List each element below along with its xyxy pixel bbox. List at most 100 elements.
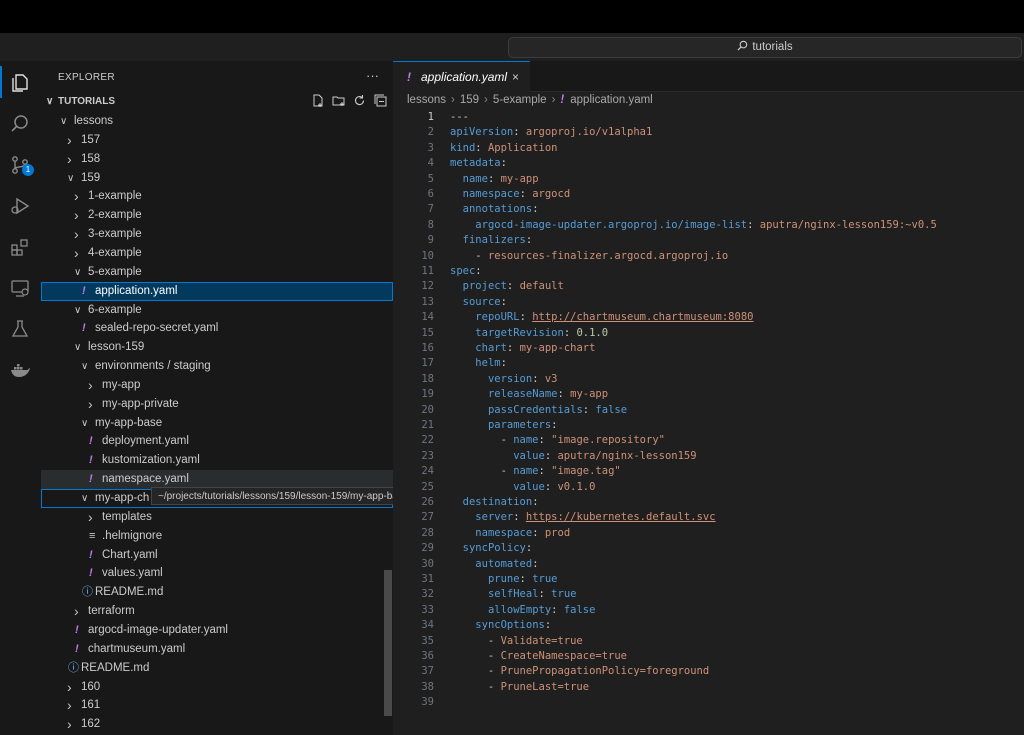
code-token: passCredentials bbox=[487, 403, 583, 416]
chevron-right-icon[interactable]: › bbox=[67, 150, 72, 169]
chevron-right-icon[interactable]: › bbox=[67, 696, 72, 715]
chevron-right-icon[interactable]: › bbox=[74, 244, 79, 263]
breadcrumb-item[interactable]: lessons bbox=[407, 94, 446, 106]
tree-item[interactable]: ∨ 159 bbox=[41, 169, 393, 188]
yaml-file-icon: ! bbox=[75, 623, 79, 636]
chevron-down-icon[interactable]: ∨ bbox=[81, 414, 88, 433]
line-number: 37 bbox=[421, 665, 434, 678]
tree-item[interactable]: ≡ .helmignore bbox=[41, 527, 393, 546]
tree-item[interactable]: ! values.yaml bbox=[41, 564, 393, 583]
tree-item[interactable]: ! application.yaml bbox=[41, 281, 393, 301]
remote-explorer-icon[interactable] bbox=[8, 276, 32, 300]
testing-icon[interactable] bbox=[8, 317, 32, 341]
tree-item[interactable]: ⓘ README.md bbox=[41, 583, 393, 602]
tree-item[interactable]: › my-app-private bbox=[41, 395, 393, 414]
tree-item[interactable]: › 2-example bbox=[41, 206, 393, 225]
chevron-right-icon[interactable]: › bbox=[67, 715, 72, 734]
tree-item[interactable]: ∨ 5-example bbox=[41, 263, 393, 282]
chevron-down-icon[interactable]: ∨ bbox=[60, 112, 67, 131]
tree-item-label: 3-example bbox=[88, 228, 142, 241]
breadcrumb-item[interactable]: 159 bbox=[460, 94, 479, 106]
tree-item[interactable]: › 162 bbox=[41, 715, 393, 734]
chevron-right-icon[interactable]: › bbox=[88, 508, 93, 527]
code-line: chart: my-app-chart bbox=[450, 341, 595, 356]
more-actions-icon[interactable]: ··· bbox=[366, 68, 379, 83]
code-line: - name: "image.repository" bbox=[450, 433, 665, 448]
run-debug-icon[interactable] bbox=[8, 194, 32, 218]
code-token: value bbox=[513, 449, 545, 462]
tree-item[interactable]: › 160 bbox=[41, 678, 393, 697]
workspace-section-header[interactable]: ∨ TUTORIALS bbox=[41, 93, 393, 112]
chevron-down-icon[interactable]: ∨ bbox=[74, 263, 81, 282]
chevron-right-icon[interactable]: › bbox=[74, 206, 79, 225]
tree-item[interactable]: ! chartmuseum.yaml bbox=[41, 640, 393, 659]
docker-icon[interactable] bbox=[8, 358, 32, 382]
command-center-search[interactable]: tutorials bbox=[508, 37, 1022, 58]
code-token: prune bbox=[487, 573, 520, 585]
code-token: version bbox=[487, 372, 533, 385]
tree-item[interactable]: ! argocd-image-updater.yaml bbox=[41, 621, 393, 640]
chevron-right-icon[interactable]: › bbox=[88, 395, 93, 414]
breadcrumb-item[interactable]: 5-example bbox=[493, 94, 547, 106]
tree-item[interactable]: ! sealed-repo-secret.yaml bbox=[41, 319, 393, 338]
tab-application-yaml[interactable]: ! application.yaml × bbox=[393, 61, 530, 92]
code-line: version: v3 bbox=[450, 372, 558, 387]
code-token[interactable]: https://kubernetes.default.svc bbox=[526, 511, 716, 523]
chevron-right-icon[interactable]: › bbox=[88, 376, 93, 395]
tree-item[interactable]: › 3-example bbox=[41, 225, 393, 244]
tree-item[interactable]: ∨ 6-example bbox=[41, 301, 393, 320]
new-file-icon[interactable] bbox=[311, 94, 324, 110]
chevron-right-icon[interactable]: › bbox=[67, 131, 72, 150]
chevron-down-icon[interactable]: ∨ bbox=[74, 301, 81, 320]
tree-item[interactable]: › 161 bbox=[41, 696, 393, 715]
chevron-down-icon[interactable]: ∨ bbox=[81, 489, 88, 508]
tree-item-label: deployment.yaml bbox=[102, 435, 189, 448]
tree-item[interactable]: ! Chart.yaml bbox=[41, 546, 393, 565]
code-token: 0.1.0 bbox=[576, 326, 609, 339]
code-token: my-app-chart bbox=[519, 342, 596, 354]
tree-item[interactable]: › terraform bbox=[41, 602, 393, 621]
sidebar-scrollbar[interactable] bbox=[384, 570, 392, 716]
code-token: Validate=true bbox=[500, 634, 583, 647]
code-token: : bbox=[500, 157, 507, 170]
code-token: : bbox=[532, 557, 539, 570]
tree-item[interactable]: ∨ lesson-159 bbox=[41, 338, 393, 357]
tree-item[interactable]: ⓘ README.md bbox=[41, 659, 393, 678]
tree-item[interactable]: ! kustomization.yaml bbox=[41, 451, 393, 470]
chevron-right-icon[interactable]: › bbox=[74, 225, 79, 244]
tree-item[interactable]: › my-app bbox=[41, 376, 393, 395]
explorer-icon[interactable] bbox=[8, 71, 32, 95]
chevron-down-icon[interactable]: ∨ bbox=[74, 338, 81, 357]
code-line: --- bbox=[450, 110, 469, 125]
tree-item[interactable]: ! deployment.yaml bbox=[41, 432, 393, 451]
chevron-down-icon[interactable]: ∨ bbox=[81, 357, 88, 376]
search-view-icon[interactable] bbox=[8, 112, 32, 136]
yaml-file-icon: ! bbox=[89, 473, 93, 486]
refresh-icon[interactable] bbox=[353, 94, 366, 110]
code-token: allowEmpty bbox=[487, 603, 552, 616]
breadcrumb-file[interactable]: application.yaml bbox=[570, 94, 652, 106]
chevron-down-icon[interactable]: ∨ bbox=[67, 169, 74, 188]
tree-item[interactable]: ∨ my-app-base bbox=[41, 414, 393, 433]
new-folder-icon[interactable] bbox=[332, 94, 345, 110]
code-token[interactable]: http://chartmuseum.chartmuseum:8080 bbox=[532, 311, 753, 323]
tree-item[interactable]: › 157 bbox=[41, 131, 393, 150]
tree-item[interactable]: ∨ environments / staging bbox=[41, 357, 393, 376]
tree-item[interactable]: › 1-example bbox=[41, 187, 393, 206]
tree-item[interactable]: › 158 bbox=[41, 150, 393, 169]
tree-item[interactable]: ∨ lessons bbox=[41, 112, 393, 131]
tree-item[interactable]: › templates bbox=[41, 508, 393, 527]
tree-item[interactable]: › 4-example bbox=[41, 244, 393, 263]
collapse-all-icon[interactable] bbox=[374, 94, 387, 110]
info-icon: ⓘ bbox=[68, 661, 79, 674]
extensions-icon[interactable] bbox=[8, 235, 32, 259]
chevron-right-icon[interactable]: › bbox=[74, 187, 79, 206]
code-line: parameters: bbox=[450, 418, 558, 433]
close-icon[interactable]: × bbox=[512, 62, 519, 92]
chevron-right-icon[interactable]: › bbox=[74, 602, 79, 621]
code-token: v3 bbox=[544, 372, 558, 385]
code-token: syncOptions bbox=[475, 619, 545, 632]
chevron-right-icon[interactable]: › bbox=[67, 678, 72, 697]
